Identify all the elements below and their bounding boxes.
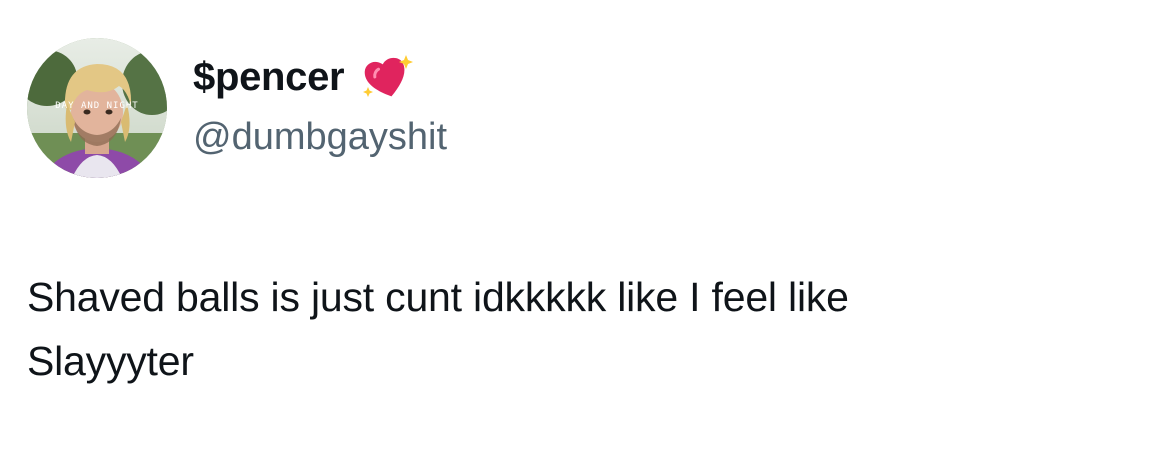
tweet-card: DAY AND NIGHT $pencer @dumbgayshit Shave… <box>0 0 1168 458</box>
tweet-text-line-2: Slayyyter <box>27 338 194 384</box>
avatar-overlay-text: DAY AND NIGHT <box>55 101 138 111</box>
user-handle[interactable]: @dumbgayshit <box>193 110 447 164</box>
name-row: $pencer <box>193 50 447 104</box>
avatar-photo: DAY AND NIGHT <box>27 38 167 178</box>
tweet-text-line-1: Shaved balls is just cunt idkkkkk like I… <box>27 274 849 320</box>
tweet-text: Shaved balls is just cunt idkkkkk like I… <box>27 265 1147 393</box>
display-name[interactable]: $pencer <box>193 50 345 104</box>
author-info: $pencer @dumbgayshit <box>193 50 447 164</box>
sparkling-heart-icon <box>358 49 414 105</box>
avatar[interactable]: DAY AND NIGHT <box>27 38 167 178</box>
